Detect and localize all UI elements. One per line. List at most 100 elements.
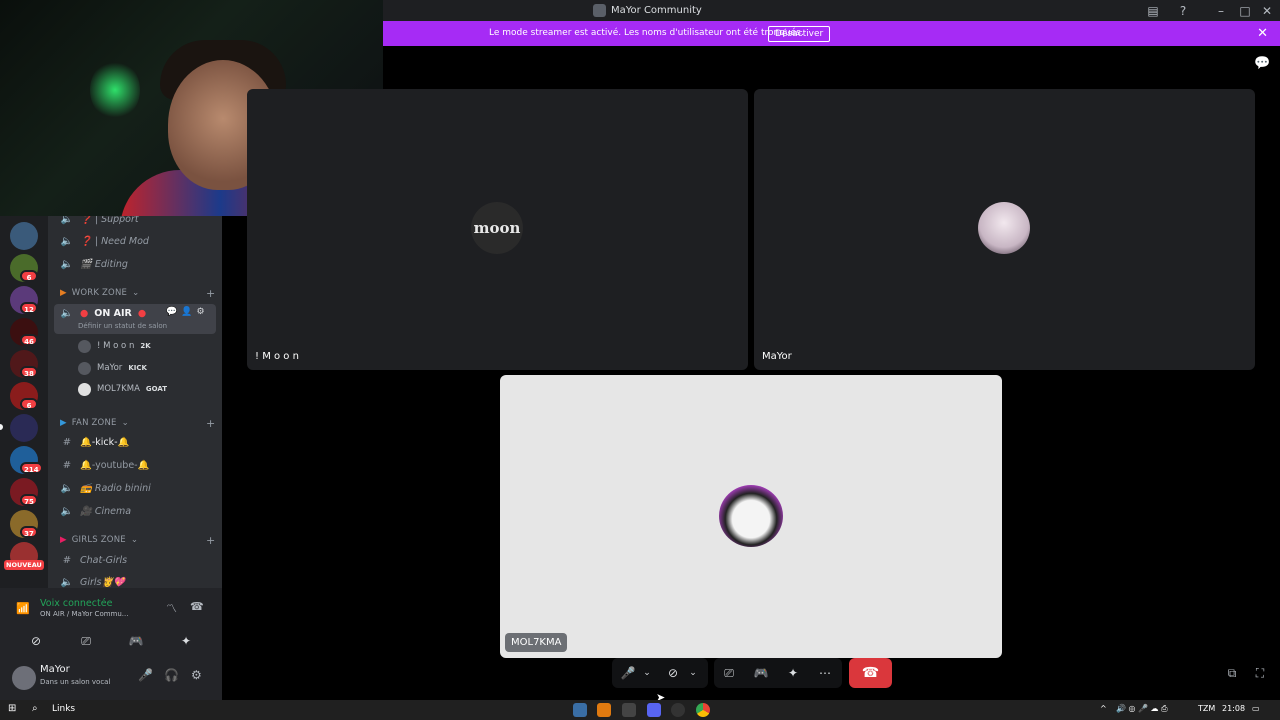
- chevron-down-icon[interactable]: ⌄: [640, 661, 654, 685]
- user-status: Dans un salon vocal: [40, 678, 111, 686]
- close-window-button[interactable]: ✕: [1259, 3, 1275, 19]
- channel-radio[interactable]: 🔈 📻 Radio binini: [60, 480, 151, 496]
- chat-bubble-icon[interactable]: 💬: [1254, 56, 1270, 71]
- activity-icon[interactable]: 🎮: [750, 661, 772, 685]
- channel-youtube[interactable]: # 🔔-youtube-🔔: [60, 457, 150, 473]
- channel-support[interactable]: 🔈 ❓ | Support: [60, 216, 139, 227]
- search-icon[interactable]: ⌕: [32, 703, 38, 714]
- links-label[interactable]: Links: [52, 704, 75, 714]
- maximize-button[interactable]: □: [1237, 3, 1253, 19]
- soundboard-icon[interactable]: ✦: [782, 661, 804, 685]
- add-channel-icon[interactable]: +: [206, 287, 215, 300]
- taskbar-app-icon[interactable]: [573, 703, 587, 717]
- noise-suppression-icon[interactable]: 〽: [166, 600, 177, 616]
- voice-channel-name[interactable]: ON AIR / MaYor Commu...: [40, 610, 128, 618]
- member-tag: KICK: [128, 364, 147, 372]
- category-label: GIRLS ZONE: [71, 535, 126, 545]
- popout-icon[interactable]: ⧉: [1222, 661, 1242, 685]
- avatar: moon: [471, 202, 523, 254]
- channel-chat-girls[interactable]: # Chat-Girls: [60, 552, 127, 568]
- headphones-icon[interactable]: 🎧: [164, 668, 179, 682]
- voice-member[interactable]: ! M o o n 2K: [78, 338, 151, 354]
- chat-icon[interactable]: 💬: [166, 307, 177, 317]
- voice-tile[interactable]: moon ! M o o n: [247, 89, 748, 370]
- username[interactable]: MaYor: [40, 664, 70, 675]
- unread-badge: 6: [20, 270, 38, 282]
- tray-icons[interactable]: 🔊 ◎ 🎤 ☁ ⎙: [1116, 704, 1167, 714]
- add-channel-icon[interactable]: +: [206, 417, 215, 430]
- windows-start-icon[interactable]: ⊞: [8, 703, 16, 714]
- help-icon[interactable]: ?: [1175, 3, 1191, 19]
- voice-tile[interactable]: MaYor: [754, 89, 1255, 370]
- voice-member[interactable]: MaYor KICK: [78, 360, 147, 376]
- unread-badge: 214: [20, 462, 43, 474]
- screen-share-icon[interactable]: ⎚: [718, 661, 740, 685]
- category-fan-zone[interactable]: ▶ FAN ZONE ⌄ +: [60, 416, 215, 430]
- add-channel-icon[interactable]: +: [206, 534, 215, 547]
- close-icon[interactable]: ✕: [1257, 26, 1268, 41]
- microphone-icon[interactable]: 🎤: [618, 661, 638, 685]
- microphone-icon[interactable]: 🎤: [138, 668, 153, 682]
- minimize-button[interactable]: –: [1213, 3, 1229, 19]
- clock[interactable]: 21:08: [1222, 704, 1245, 713]
- avatar: [78, 361, 91, 375]
- more-icon[interactable]: ⋯: [814, 661, 836, 685]
- disconnect-icon[interactable]: ☎: [190, 600, 204, 613]
- voice-member[interactable]: MOL7KMA GOAT: [78, 381, 167, 397]
- camera-off-icon[interactable]: ⊘: [662, 661, 684, 685]
- server-icon[interactable]: [10, 414, 38, 442]
- member-name: MaYor: [97, 363, 123, 373]
- taskbar-app-icon[interactable]: [597, 703, 611, 717]
- discord-taskbar-icon[interactable]: [647, 703, 661, 717]
- unread-badge: 6: [20, 398, 38, 410]
- gear-icon[interactable]: ⚙: [196, 307, 204, 317]
- screen-share-icon[interactable]: ⎚: [68, 630, 104, 652]
- gear-icon[interactable]: ⚙: [191, 668, 202, 682]
- channel-editing[interactable]: 🔈 🎬 Editing: [60, 256, 128, 272]
- category-flag-icon: ▶: [60, 535, 67, 545]
- video-off-icon[interactable]: ⊘: [18, 630, 54, 652]
- unread-badge: 46: [20, 334, 38, 346]
- app-icon: [593, 4, 606, 17]
- chrome-icon[interactable]: [696, 703, 710, 717]
- user-panel: MaYor Dans un salon vocal 🎤 🎧 ⚙: [0, 658, 222, 700]
- voice-status[interactable]: Voix connectée: [40, 598, 112, 609]
- channel-on-air[interactable]: 🔈 ● ON AIR ●: [60, 305, 146, 321]
- activity-icon[interactable]: 🎮: [118, 630, 154, 652]
- avatar: [78, 339, 91, 353]
- taskbar-app-icon[interactable]: [671, 703, 685, 717]
- unread-badge: 38: [20, 366, 38, 378]
- soundboard-icon[interactable]: ✦: [168, 630, 204, 652]
- language-indicator[interactable]: TZM: [1198, 704, 1215, 713]
- banner-message: Le mode streamer est activé. Les noms d'…: [489, 28, 804, 38]
- channel-kick[interactable]: # 🔔-kick-🔔: [60, 434, 130, 450]
- category-girls-zone[interactable]: ▶ GIRLS ZONE ⌄ +: [60, 533, 215, 547]
- chevron-up-icon[interactable]: ^: [1100, 704, 1107, 713]
- unread-badge: 12: [20, 302, 38, 314]
- inbox-icon[interactable]: ▤: [1145, 3, 1161, 19]
- channel-actions: 💬 👤 ⚙: [166, 307, 205, 317]
- invite-icon[interactable]: 👤: [181, 307, 192, 317]
- channel-need-mod[interactable]: 🔈 ❓ | Need Mod: [60, 233, 149, 249]
- background-light: [90, 60, 140, 120]
- server-icon[interactable]: [10, 222, 38, 250]
- speaker-icon: 🔈: [60, 258, 74, 270]
- taskbar: ⊞ ⌕ Links ^ 🔊 ◎ 🎤 ☁ ⎙ TZM 21:08 ▭: [0, 700, 1280, 720]
- category-label: FAN ZONE: [71, 418, 117, 428]
- channel-status[interactable]: Définir un statut de salon: [78, 322, 167, 330]
- fullscreen-icon[interactable]: ⛶: [1250, 661, 1270, 685]
- category-work-zone[interactable]: ▶ WORK ZONE ⌄ +: [60, 286, 215, 300]
- channel-girls[interactable]: 🔈 Girls👸💖: [60, 574, 125, 588]
- chevron-down-icon[interactable]: ⌄: [686, 661, 700, 685]
- speaker-icon: 🔈: [60, 216, 74, 225]
- channel-cinema[interactable]: 🔈 🎥 Cinema: [60, 503, 131, 519]
- avatar[interactable]: [12, 666, 36, 690]
- category-label: WORK ZONE: [71, 288, 128, 298]
- notification-icon[interactable]: ▭: [1252, 704, 1260, 713]
- disable-streamer-button[interactable]: Désactiver: [768, 26, 831, 42]
- hashtag-icon: #: [62, 459, 72, 471]
- disconnect-button[interactable]: ☎: [849, 658, 892, 688]
- red-dot-icon: ●: [80, 307, 89, 319]
- taskbar-app-icon[interactable]: [622, 703, 636, 717]
- voice-tile[interactable]: MOL7KMA: [500, 375, 1002, 658]
